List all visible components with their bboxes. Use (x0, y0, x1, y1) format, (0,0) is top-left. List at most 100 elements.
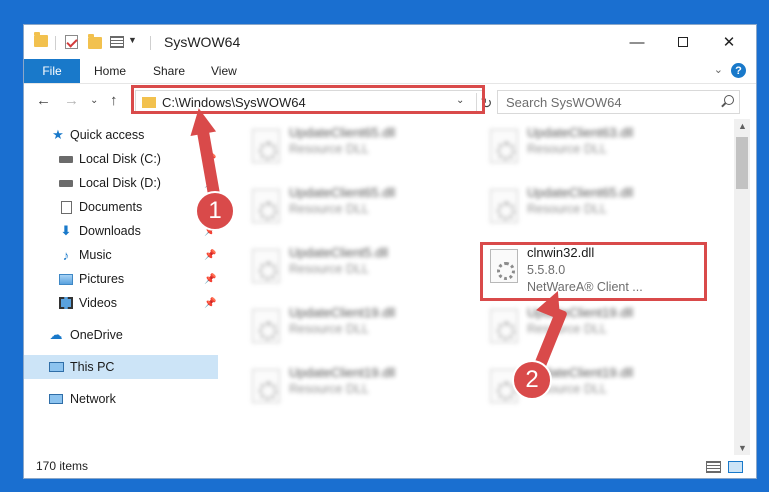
tab-home[interactable]: Home (94, 59, 126, 83)
dll-file-icon (490, 189, 518, 223)
file-item[interactable]: UpdateClient19.dll Resource DLL (244, 359, 479, 415)
file-item[interactable]: UpdateClient19.dll Resource DLL (482, 299, 717, 355)
minimize-button[interactable]: — (614, 25, 660, 59)
minimize-icon: — (629, 33, 645, 51)
scrollbar-thumb[interactable] (736, 137, 748, 189)
title-bar: ▼ SysWOW64 — ✕ (24, 25, 756, 59)
sidebar-item-music[interactable]: ♪ Music 📌 (24, 243, 218, 267)
status-bar: 170 items (24, 455, 756, 478)
file-type: Resource DLL (289, 322, 369, 336)
search-input[interactable]: Search SysWOW64 (506, 95, 622, 110)
forward-arrow-icon[interactable]: → (64, 92, 79, 109)
vertical-scrollbar[interactable]: ▲ ▼ (734, 119, 750, 459)
pin-icon[interactable]: 📌 (204, 274, 216, 285)
ribbon: File Home Share View ⌄ ? (24, 59, 756, 83)
scroll-up-icon[interactable]: ▲ (738, 121, 747, 131)
file-item[interactable]: UpdateClient19.dll Resource DLL (244, 299, 479, 355)
search-icon[interactable] (721, 95, 734, 107)
file-name: UpdateClient19.dll (289, 305, 396, 320)
sidebar-item-downloads[interactable]: ⬇ Downloads 📌 (24, 219, 218, 243)
sidebar-item-documents[interactable]: Documents 📌 (24, 195, 218, 219)
file-item[interactable]: UpdateClient65.dll Resource DLL (482, 179, 717, 235)
music-icon: ♪ (62, 247, 70, 263)
file-name: UpdateClient63.dll (527, 125, 634, 140)
folder-icon (34, 32, 48, 47)
sidebar-item-label: Documents (79, 200, 143, 214)
file-type: Resource DLL (289, 262, 369, 276)
sidebar-item-network[interactable]: Network (24, 387, 218, 411)
sidebar-item-local-disk-c[interactable]: Local Disk (C:) 📌 (24, 147, 218, 171)
back-arrow-icon[interactable]: ← (36, 92, 51, 109)
close-icon: ✕ (722, 34, 736, 51)
details-view-icon[interactable] (706, 461, 721, 473)
search-box[interactable]: Search SysWOW64 (497, 90, 740, 114)
dll-file-icon (490, 129, 518, 163)
properties-check-icon[interactable] (65, 35, 78, 49)
sidebar-item-label: Local Disk (C:) (79, 152, 161, 166)
tab-file[interactable]: File (24, 59, 80, 83)
dll-file-icon (252, 129, 280, 163)
network-icon (48, 392, 64, 406)
file-name: UpdateClient5.dll (289, 245, 389, 260)
file-type: Resource DLL (289, 202, 369, 216)
sidebar-item-label: Downloads (79, 224, 141, 238)
step-1-badge: 1 (195, 191, 235, 231)
file-name: UpdateClient65.dll (289, 125, 396, 140)
close-button[interactable]: ✕ (706, 25, 752, 59)
tab-view[interactable]: View (211, 59, 237, 83)
dll-file-icon (252, 369, 280, 403)
sidebar-item-onedrive[interactable]: ☁ OneDrive (24, 323, 218, 347)
computer-icon (48, 360, 64, 374)
sidebar-item-pictures[interactable]: Pictures 📌 (24, 267, 218, 291)
drive-icon (58, 152, 74, 166)
drive-icon (58, 176, 74, 190)
documents-icon (58, 200, 74, 214)
file-name: UpdateClient65.dll (527, 185, 634, 200)
file-highlight-box (480, 242, 707, 301)
sidebar-item-label: OneDrive (70, 328, 123, 342)
download-icon: ⬇ (60, 223, 72, 238)
up-arrow-icon[interactable]: ↑ (110, 92, 118, 109)
dll-file-icon (252, 249, 280, 283)
large-icons-view-icon[interactable] (728, 461, 743, 473)
sidebar-item-label: Music (79, 248, 112, 262)
sidebar-item-label: Videos (79, 296, 117, 310)
item-count: 170 items (36, 459, 89, 473)
recent-locations-icon[interactable]: ⌄ (90, 95, 98, 106)
scroll-down-icon[interactable]: ▼ (738, 443, 747, 453)
cloud-icon: ☁ (49, 327, 63, 342)
tab-share[interactable]: Share (153, 59, 185, 83)
sidebar-item-label: Quick access (70, 128, 145, 142)
customize-list-icon[interactable] (110, 36, 124, 48)
file-item[interactable]: UpdateClient65.dll Resource DLL (244, 179, 479, 235)
pictures-icon (58, 272, 74, 286)
videos-icon (58, 296, 74, 310)
customize-dropdown-icon[interactable]: ▼ (128, 35, 137, 45)
file-type: Resource DLL (527, 202, 607, 216)
file-item[interactable]: UpdateClient63.dll Resource DLL (482, 119, 717, 175)
pin-icon[interactable]: 📌 (204, 298, 216, 309)
window-title: SysWOW64 (164, 34, 241, 50)
new-folder-icon[interactable] (88, 34, 102, 49)
expand-ribbon-icon[interactable]: ⌄ (714, 63, 723, 76)
dll-file-icon (252, 309, 280, 343)
arrow-1-head (185, 105, 217, 137)
file-item[interactable]: UpdateClient65.dll Resource DLL (244, 119, 479, 175)
star-icon: ★ (52, 127, 64, 142)
file-name: UpdateClient19.dll (289, 365, 396, 380)
sidebar-item-this-pc[interactable]: This PC (24, 355, 218, 379)
file-item[interactable]: UpdateClient5.dll Resource DLL (244, 239, 479, 295)
file-type: Resource DLL (289, 142, 369, 156)
dll-file-icon (490, 309, 518, 343)
sidebar-item-videos[interactable]: Videos 📌 (24, 291, 218, 315)
navigation-pane: ★ Quick access Local Disk (C:) 📌 Local D… (24, 119, 218, 449)
pin-icon[interactable]: 📌 (204, 250, 216, 261)
step-2-badge: 2 (512, 360, 552, 400)
help-icon[interactable]: ? (731, 63, 746, 78)
sidebar-item-local-disk-d[interactable]: Local Disk (D:) 📌 (24, 171, 218, 195)
separator (55, 36, 56, 50)
maximize-button[interactable] (660, 25, 706, 59)
file-type: Resource DLL (527, 322, 607, 336)
address-highlight-box (131, 85, 485, 114)
sidebar-item-label: Local Disk (D:) (79, 176, 161, 190)
